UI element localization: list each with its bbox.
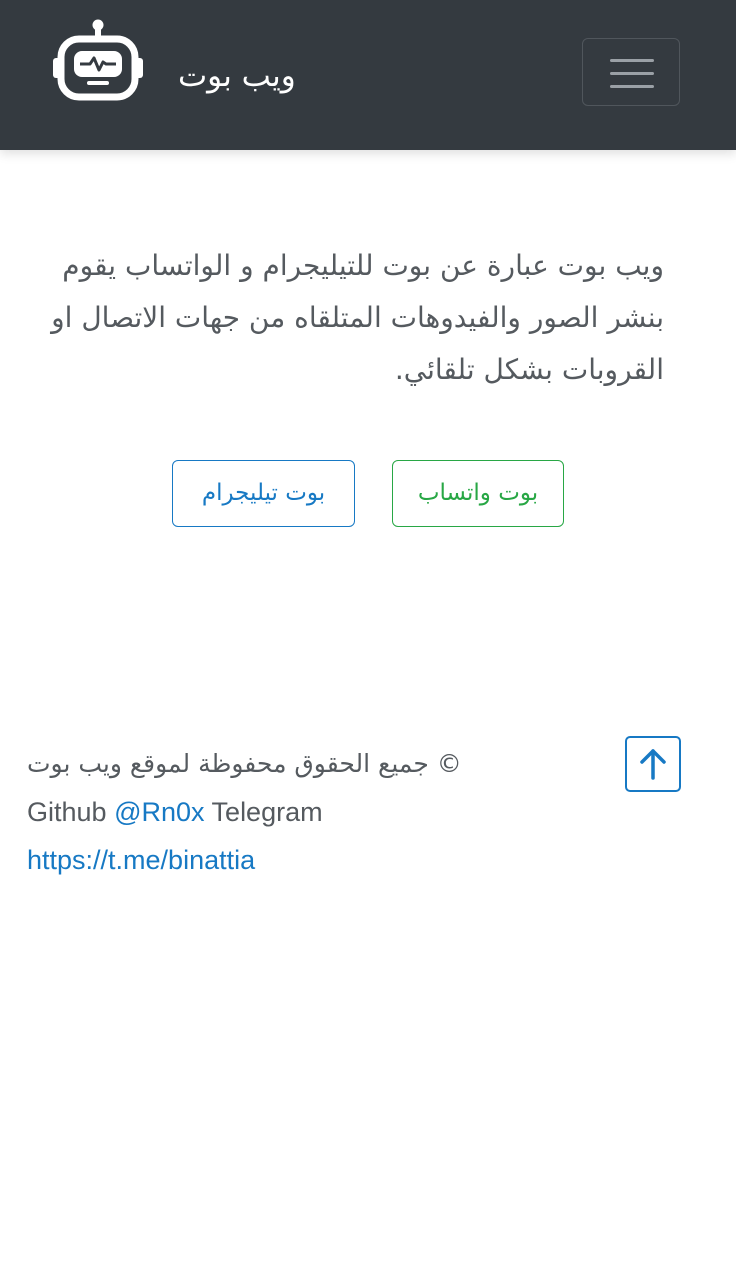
github-label: Github	[27, 797, 107, 827]
arrow-up-icon	[640, 749, 666, 780]
github-link[interactable]: @Rn0x	[114, 797, 204, 827]
hamburger-menu-icon	[610, 72, 654, 75]
hamburger-menu-icon	[610, 59, 654, 62]
github-line: Github @Rn0x Telegram	[27, 788, 587, 836]
hamburger-menu-icon	[610, 85, 654, 88]
telegram-bot-button[interactable]: بوت تيليجرام	[172, 460, 355, 527]
back-to-top-button[interactable]	[625, 736, 681, 792]
intro-text: ويب بوت عبارة عن بوت للتيليجرام و الواتس…	[51, 249, 664, 386]
telegram-label: Telegram	[211, 797, 323, 827]
navbar: ويب بوت	[0, 0, 736, 150]
menu-toggle-button[interactable]	[582, 38, 680, 106]
robot-icon[interactable]	[52, 18, 144, 104]
copyright-text: © جميع الحقوق محفوظة لموقع ويب بوت	[27, 749, 462, 778]
brand-name[interactable]: ويب بوت	[178, 54, 296, 98]
telegram-link[interactable]: https://t.me/binattia	[27, 845, 255, 875]
whatsapp-bot-button[interactable]: بوت واتساب	[392, 460, 564, 527]
